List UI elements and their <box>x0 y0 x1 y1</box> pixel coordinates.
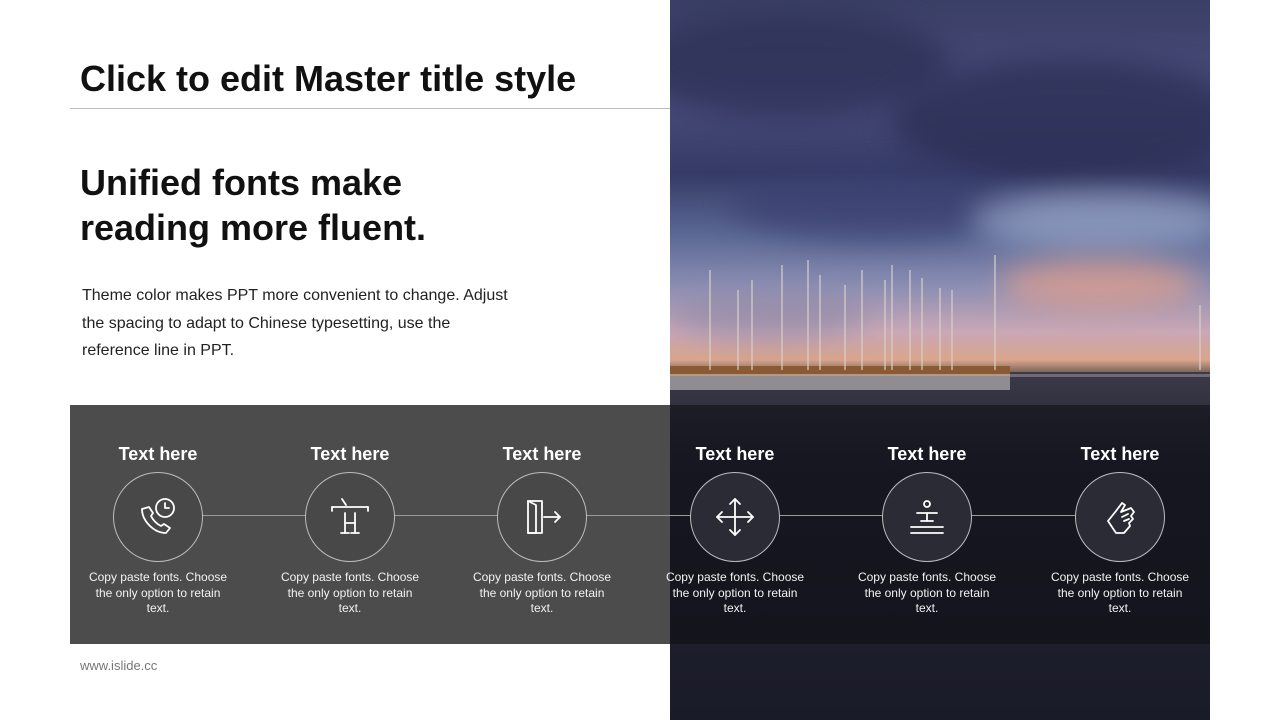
move-arrows-icon <box>716 498 754 536</box>
step-title: Text here <box>1080 444 1160 464</box>
step-1: Text here Copy paste fonts. Choose the o… <box>83 440 233 617</box>
step-title: Text here <box>310 444 390 464</box>
body-text: Theme color makes PPT more convenient to… <box>82 287 508 359</box>
step-circle <box>305 472 395 562</box>
step-2: Text here Copy paste fonts. Choose the o… <box>275 440 425 617</box>
footer-url: www.islide.cc <box>80 658 158 673</box>
step-title: Text here <box>118 444 198 464</box>
step-4: Text here Copy paste fonts. Choose the o… <box>660 440 810 617</box>
step-3: Text here Copy paste fonts. Choose the o… <box>467 440 617 617</box>
step-circle <box>882 472 972 562</box>
page-title: Click to edit Master title style <box>80 58 577 99</box>
hand-pointer-icon <box>1107 502 1135 534</box>
step-5: Text here Copy paste fonts. Choose the o… <box>852 440 1002 617</box>
step-circle <box>1075 472 1165 562</box>
phone-clock-icon <box>141 498 175 534</box>
step-6: Text here Copy paste fonts. Choose the o… <box>1045 440 1195 617</box>
step-description: Copy paste fonts. Choose the only option… <box>280 570 420 615</box>
subtitle: Unified fonts make reading more fluent. <box>80 160 560 250</box>
exit-door-icon <box>527 500 561 534</box>
step-title: Text here <box>887 444 967 464</box>
subtitle-line-2: reading more fluent. <box>80 207 427 248</box>
podium-icon <box>910 500 944 534</box>
step-circle <box>497 472 587 562</box>
step-description: Copy paste fonts. Choose the only option… <box>88 570 228 615</box>
step-description: Copy paste fonts. Choose the only option… <box>857 570 997 615</box>
title-divider <box>70 108 670 109</box>
step-description: Copy paste fonts. Choose the only option… <box>665 570 805 615</box>
step-title: Text here <box>502 444 582 464</box>
step-title: Text here <box>695 444 775 464</box>
step-circle <box>113 472 203 562</box>
step-circle <box>690 472 780 562</box>
step-description: Copy paste fonts. Choose the only option… <box>472 570 612 615</box>
text-cursor-icon <box>331 498 369 534</box>
step-description: Copy paste fonts. Choose the only option… <box>1050 570 1190 615</box>
subtitle-line-1: Unified fonts make <box>80 162 403 203</box>
